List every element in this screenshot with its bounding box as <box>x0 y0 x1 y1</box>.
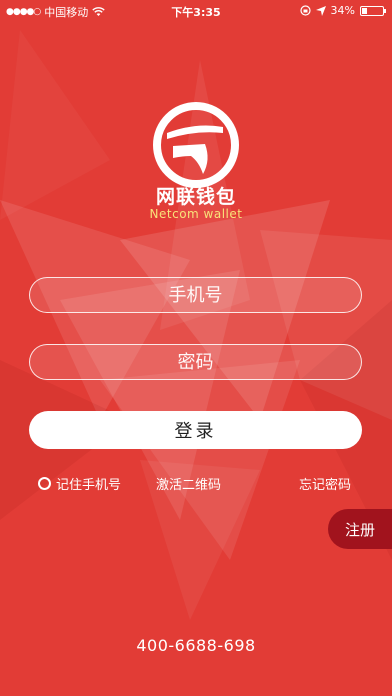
location-arrow-icon <box>315 5 326 16</box>
phone-field[interactable] <box>29 277 362 313</box>
status-right: 34% <box>299 4 386 17</box>
login-button[interactable]: 登录 <box>29 411 362 449</box>
battery-icon <box>360 5 386 16</box>
activate-qr-link[interactable]: 激活二维码 <box>156 474 221 493</box>
remember-radio-icon[interactable] <box>38 477 51 490</box>
orientation-lock-icon <box>299 5 311 16</box>
battery-percent: 34% <box>330 4 355 17</box>
remember-phone-label[interactable]: 记住手机号 <box>56 474 121 493</box>
status-bar: ●●●●○ 中国移动 下午3:35 34% <box>0 0 392 22</box>
app-logo <box>153 102 239 188</box>
register-button[interactable]: 注册 <box>328 509 392 549</box>
app-subtitle: Netcom wallet <box>149 207 243 221</box>
remember-phone-option[interactable]: 记住手机号 <box>38 474 121 493</box>
phone-input[interactable] <box>30 277 361 313</box>
password-input[interactable] <box>30 344 361 380</box>
app-name: 网联钱包 <box>155 186 236 208</box>
service-hotline[interactable]: 400-6688-698 <box>0 636 392 655</box>
password-field[interactable] <box>29 344 362 380</box>
forgot-password-link[interactable]: 忘记密码 <box>299 474 351 493</box>
battery-fill <box>362 7 368 14</box>
links-row: 记住手机号 激活二维码 忘记密码 <box>0 474 392 493</box>
